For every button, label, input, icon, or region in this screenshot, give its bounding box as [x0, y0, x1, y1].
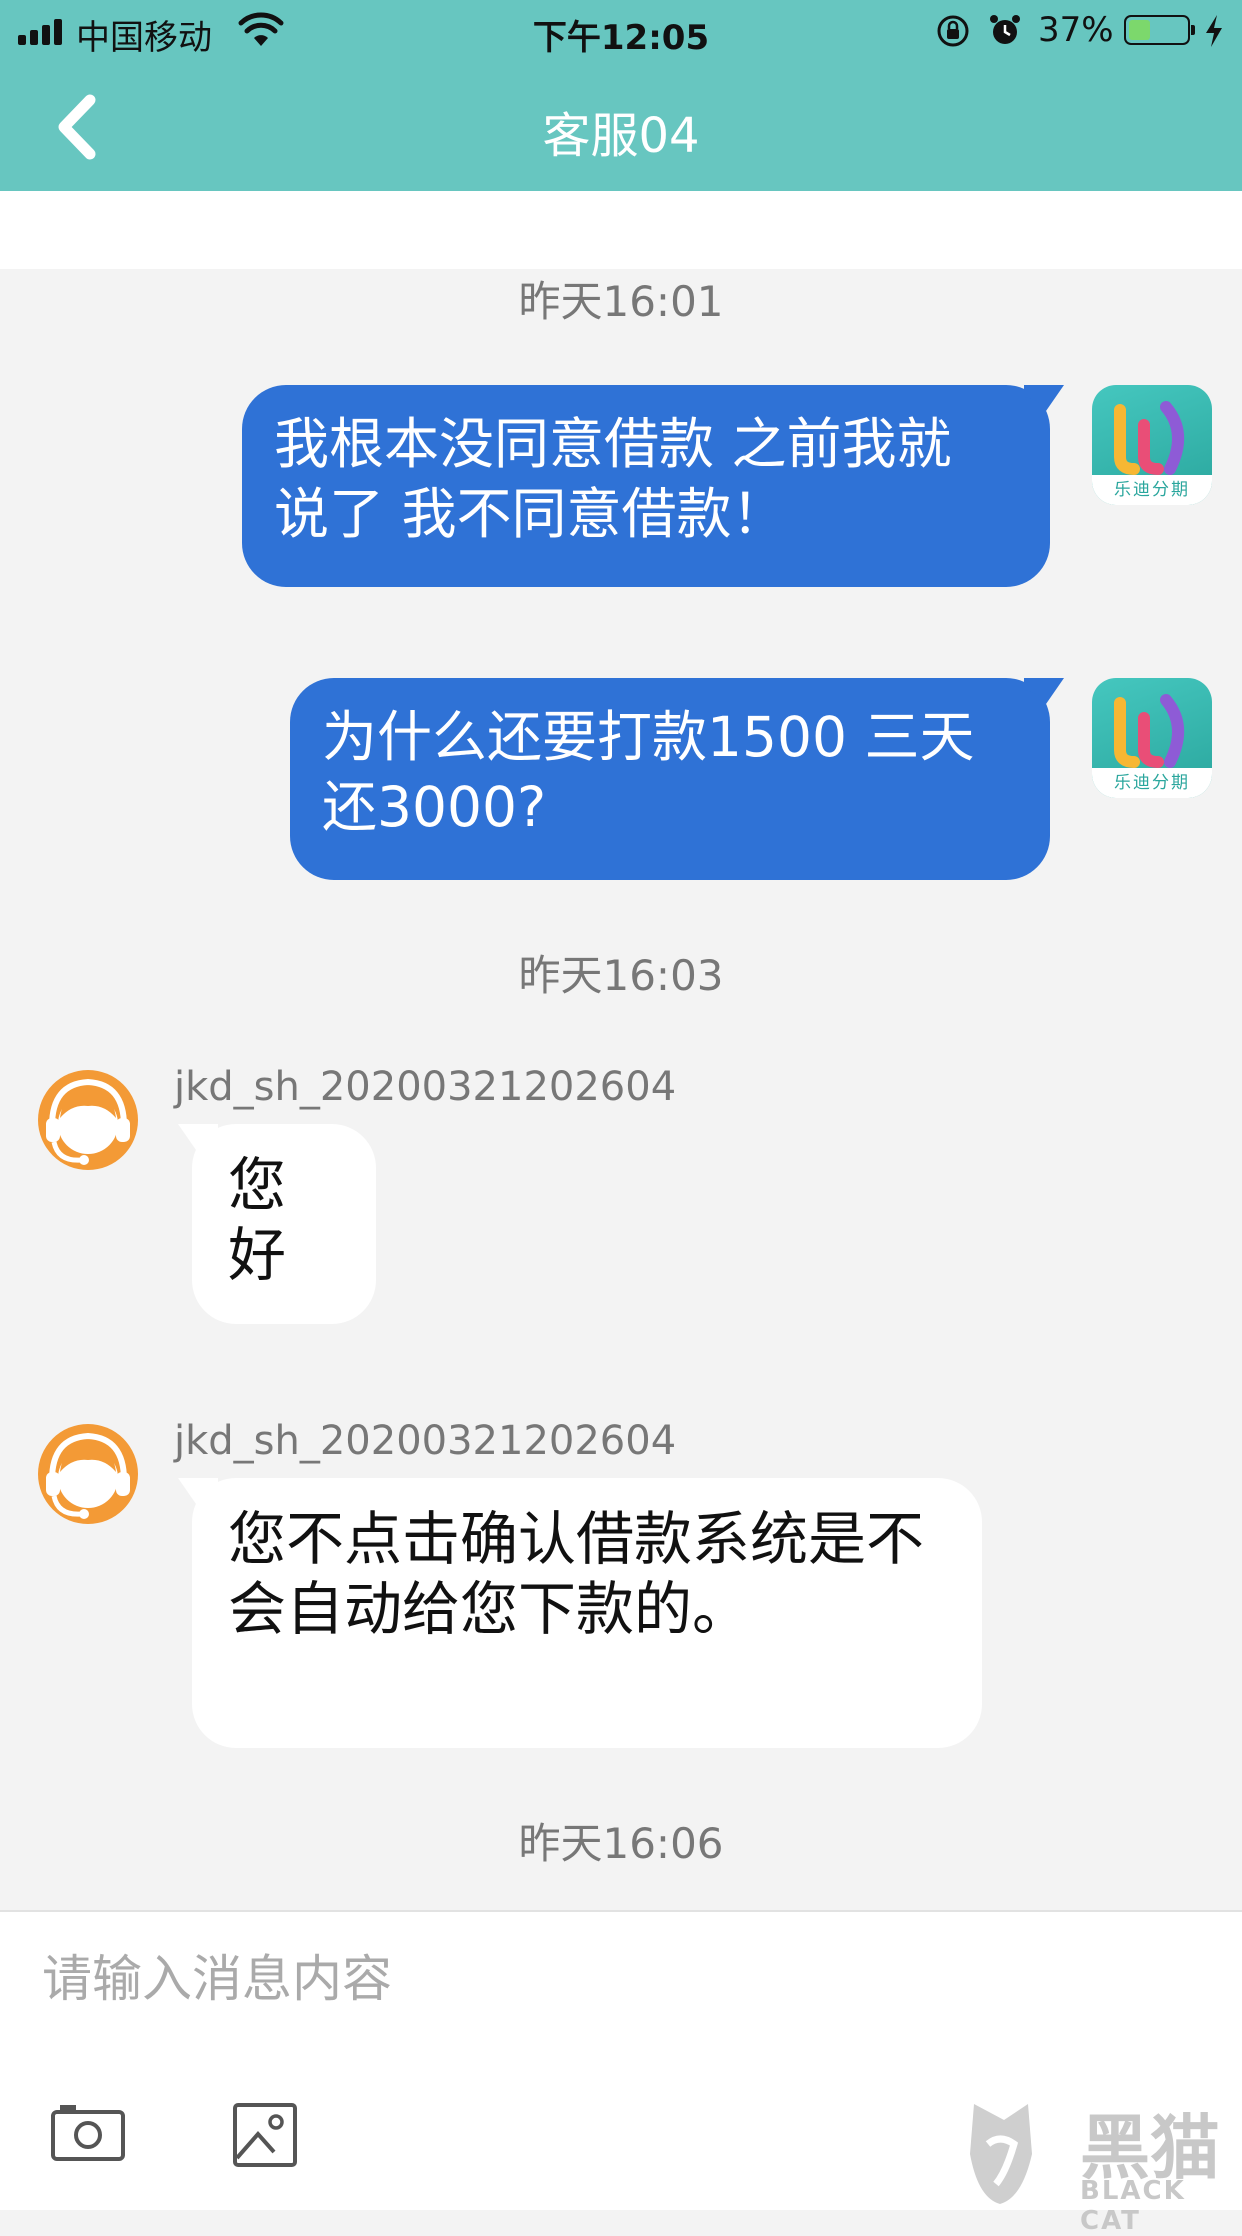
alarm-icon — [990, 15, 1020, 44]
message-text-line: 会自动给您下款的。 — [228, 1575, 751, 1643]
message-timestamp: 昨天16:01 — [518, 277, 724, 326]
battery-percent: 37% — [1038, 10, 1114, 50]
message-timestamp: 昨天16:06 — [518, 1819, 724, 1868]
agent-avatar-icon[interactable] — [34, 1420, 142, 1528]
image-icon[interactable] — [232, 2102, 298, 2168]
battery-level-fill — [1129, 20, 1150, 40]
message-text-line: 您好 — [228, 1151, 287, 1289]
header-bar: 中国移动 下午12:05 37% 客服04 — [0, 0, 1242, 191]
app-logo-caption: 乐迪分期 — [1092, 768, 1212, 798]
battery-icon — [1124, 15, 1195, 45]
message-text-line: 说了 我不同意借款！ — [274, 482, 787, 546]
incoming-message-bubble[interactable]: 您好 — [178, 1124, 376, 1324]
outgoing-message-bubble[interactable]: 为什么还要打款1500 三天 还3000? — [290, 678, 1064, 880]
header-spacer — [0, 191, 1242, 269]
incoming-message-bubble[interactable]: 您不点击确认借款系统是不 会自动给您下款的。 — [178, 1478, 982, 1748]
status-bar: 中国移动 下午12:05 37% — [0, 0, 1242, 62]
charging-icon — [1206, 15, 1222, 47]
chat-title: 客服04 — [542, 108, 700, 164]
message-text-line: 为什么还要打款1500 三天 — [322, 705, 975, 769]
message-timestamp: 昨天16:03 — [518, 951, 724, 1000]
user-avatar[interactable]: 乐迪分期 — [1092, 385, 1212, 505]
camera-icon[interactable] — [50, 2102, 126, 2162]
outgoing-message-bubble[interactable]: 我根本没同意借款 之前我就 说了 我不同意借款！ — [242, 385, 1064, 587]
watermark-en: BLACK CAT — [1080, 2176, 1186, 2236]
sender-name: jkd_sh_20200321202604 — [174, 1418, 677, 1464]
message-input[interactable] — [40, 1930, 1144, 2028]
message-text-line: 还3000? — [322, 775, 547, 839]
message-text-line: 我根本没同意借款 之前我就 — [274, 412, 952, 476]
app-logo-caption: 乐迪分期 — [1092, 475, 1212, 505]
rotation-lock-icon — [937, 15, 969, 47]
sender-name: jkd_sh_20200321202604 — [174, 1064, 677, 1110]
agent-avatar-icon[interactable] — [34, 1066, 142, 1174]
message-text-line: 您不点击确认借款系统是不 — [228, 1505, 925, 1573]
user-avatar[interactable]: 乐迪分期 — [1092, 678, 1212, 798]
